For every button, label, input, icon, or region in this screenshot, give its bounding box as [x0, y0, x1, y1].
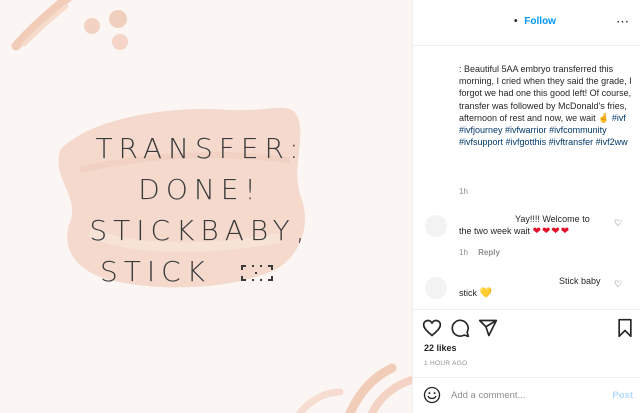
red-hearts-emoji: ❤❤❤❤ [532, 226, 571, 237]
comment-body: Stick baby stick 💛 [459, 275, 609, 300]
headline-line-4: STICK [70, 251, 330, 292]
like-comment-heart-icon[interactable]: ♡ [614, 218, 622, 229]
bookmark-icon[interactable] [615, 318, 635, 338]
comment-line-1: Stick baby [559, 276, 601, 286]
post-side-panel: • Follow ⋯ : Beautiful 5AA embryo transf… [412, 0, 640, 413]
comment-line-1: Yay!!!! Welcome to [515, 214, 590, 224]
hashtag-link[interactable]: #ivf [612, 113, 626, 123]
reply-button[interactable]: Reply [478, 248, 500, 257]
heart-icon[interactable] [422, 318, 442, 338]
hand-emoji-icon: 🤞 [598, 112, 610, 123]
comments-section[interactable]: : Beautiful 5AA embryo transferred this … [413, 47, 640, 309]
comment-timestamp[interactable]: 1h [459, 248, 468, 257]
hashtag-link[interactable]: #ivf2ww [596, 137, 628, 147]
hashtag-link[interactable]: #ivftransfer [549, 137, 594, 147]
post-image[interactable]: TRANSFER: DONE! STICKBABY, STICK [0, 0, 412, 413]
avatar[interactable] [425, 277, 447, 299]
post-header: • Follow ⋯ [413, 0, 640, 46]
share-icon[interactable] [478, 318, 498, 338]
headline-line-4-text: STICK [100, 255, 212, 288]
focus-frame-icon [240, 265, 273, 281]
yellow-heart-emoji: 💛 [479, 288, 492, 299]
headline-line-1: TRANSFER: [95, 132, 305, 165]
like-comment-heart-icon[interactable]: ♡ [614, 279, 622, 290]
headline-line-3: STICKBABY, [89, 214, 311, 247]
likes-count[interactable]: 22 likes [424, 343, 457, 353]
avatar[interactable] [425, 215, 447, 237]
comment-line-2-text: stick [459, 288, 477, 298]
headline-line-2: DONE! [138, 173, 262, 206]
post-timestamp[interactable]: 1 HOUR AGO [424, 360, 467, 367]
hashtag-link[interactable]: #ivfgotthis [506, 137, 547, 147]
comment-input[interactable] [451, 387, 601, 403]
hashtag-link[interactable]: #ivfcommunity [549, 125, 607, 135]
comment-icon[interactable] [450, 318, 470, 338]
comment-line-2: the two week wait ❤❤❤❤ [459, 225, 609, 238]
separator-dot: • [514, 16, 518, 27]
follow-button[interactable]: Follow [524, 16, 556, 27]
caption-timestamp[interactable]: 1h [459, 187, 468, 196]
post-headline: TRANSFER: DONE! STICKBABY, STICK [70, 128, 330, 292]
comment-line-2: stick 💛 [459, 287, 609, 300]
hashtag-link[interactable]: #ivfwarrior [505, 125, 547, 135]
post-actions: 22 likes 1 HOUR AGO [413, 309, 640, 369]
comment-meta: 1h Reply [459, 248, 500, 257]
emoji-icon[interactable] [423, 386, 441, 404]
hashtag-link[interactable]: #ivfjourney [459, 125, 503, 135]
more-icon[interactable]: ⋯ [616, 14, 630, 30]
post-caption: : Beautiful 5AA embryo transferred this … [459, 63, 633, 148]
add-comment-bar: Post [413, 377, 640, 413]
post-comment-button[interactable]: Post [612, 390, 633, 401]
follow-area: • Follow [514, 16, 556, 27]
hashtag-link[interactable]: #ivfsupport [459, 137, 503, 147]
comment-line-2-text: the two week wait [459, 226, 531, 236]
comment-body: Yay!!!! Welcome to the two week wait ❤❤❤… [459, 213, 609, 238]
